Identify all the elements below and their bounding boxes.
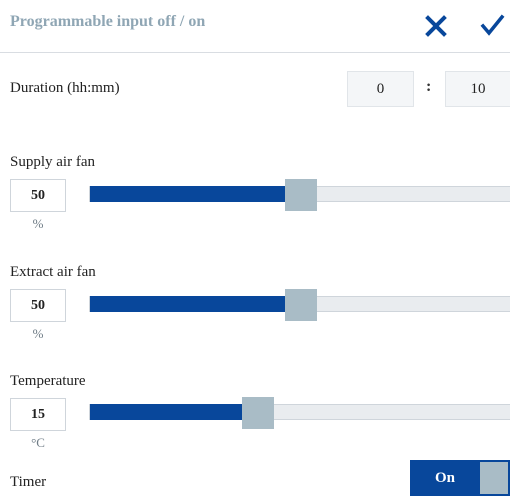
duration-label: Duration (hh:mm) xyxy=(10,80,120,96)
temperature-value-input[interactable]: 15 xyxy=(10,398,66,431)
check-icon xyxy=(480,14,505,36)
duration-hours-input[interactable]: 0 xyxy=(347,71,414,107)
extract-fan-slider-fill xyxy=(90,296,301,312)
extract-fan-value-input[interactable]: 50 xyxy=(10,289,66,322)
temperature-slider-fill xyxy=(90,404,258,420)
close-icon xyxy=(425,15,447,37)
extract-fan-label: Extract air fan xyxy=(10,264,96,280)
duration-separator: : xyxy=(426,78,432,95)
dialog-header: Programmable input off / on xyxy=(0,0,510,53)
supply-fan-slider[interactable] xyxy=(89,179,510,211)
dialog-title: Programmable input off / on xyxy=(10,13,206,30)
supply-fan-value-input[interactable]: 50 xyxy=(10,179,66,212)
confirm-button[interactable] xyxy=(477,11,507,41)
supply-fan-slider-thumb[interactable] xyxy=(285,179,317,211)
timer-label: Timer xyxy=(10,474,47,490)
temperature-slider[interactable] xyxy=(89,397,510,429)
extract-fan-slider-thumb[interactable] xyxy=(285,289,317,321)
supply-fan-label: Supply air fan xyxy=(10,154,95,170)
temperature-label: Temperature xyxy=(10,373,86,389)
extract-fan-slider[interactable] xyxy=(89,289,510,321)
temperature-unit: °C xyxy=(31,435,45,450)
programmable-input-dialog: Programmable input off / on Duration (hh… xyxy=(0,0,510,496)
temperature-slider-thumb[interactable] xyxy=(242,397,274,429)
supply-fan-slider-fill xyxy=(90,186,301,202)
timer-toggle-state: On xyxy=(434,470,455,486)
duration-minutes-input[interactable]: 10 xyxy=(445,71,510,107)
supply-fan-unit: % xyxy=(32,216,44,231)
timer-toggle-knob xyxy=(480,462,508,494)
extract-fan-unit: % xyxy=(32,326,44,341)
cancel-button[interactable] xyxy=(421,11,451,41)
timer-toggle[interactable]: On xyxy=(410,460,510,496)
